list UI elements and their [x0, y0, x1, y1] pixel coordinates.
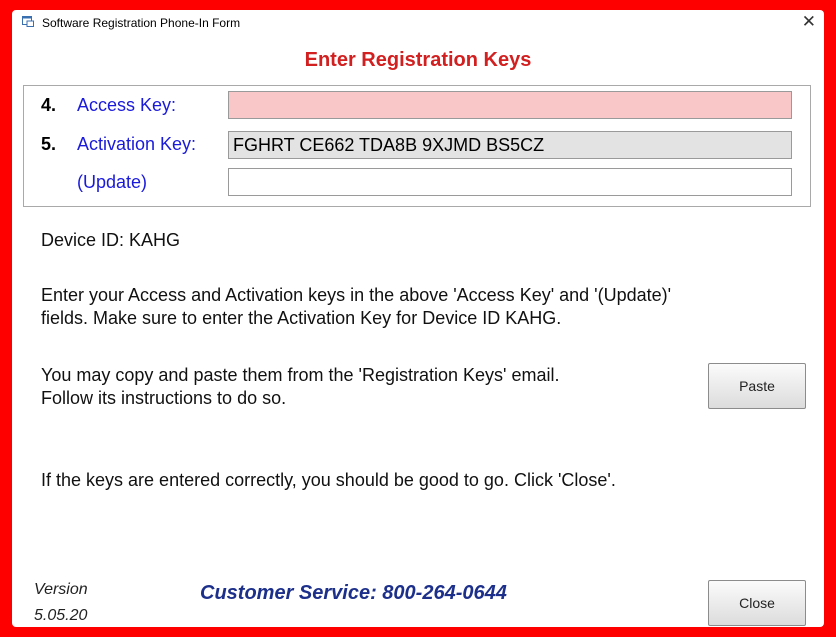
- access-key-number: 4.: [41, 95, 57, 115]
- window-title: Software Registration Phone-In Form: [42, 16, 241, 30]
- instruction-line-2: fields. Make sure to enter the Activatio…: [41, 308, 562, 328]
- registration-keys-panel: 4. Access Key: 5. Activation Key: FGHRT …: [23, 85, 811, 207]
- activation-key-field[interactable]: FGHRT CE662 TDA8B 9XJMD BS5CZ: [228, 131, 792, 159]
- access-key-label: Access Key:: [77, 95, 177, 115]
- device-id: Device ID: KAHG: [41, 230, 181, 250]
- update-key-label: (Update): [77, 172, 148, 192]
- version-number: 5.05.20: [34, 607, 88, 624]
- registration-window: Software Registration Phone-In Form ✕ En…: [12, 10, 824, 627]
- instruction-line-5: If the keys are entered correctly, you s…: [41, 470, 616, 490]
- access-key-input[interactable]: [228, 91, 792, 119]
- page-heading: Enter Registration Keys: [304, 49, 532, 71]
- paste-button[interactable]: Paste: [708, 363, 806, 409]
- version-label: Version: [34, 581, 88, 598]
- activation-key-label: Activation Key:: [77, 134, 197, 154]
- close-icon[interactable]: ✕: [802, 12, 816, 32]
- activation-key-number: 5.: [41, 134, 57, 154]
- title-bar: Software Registration Phone-In Form ✕: [12, 10, 824, 36]
- instruction-line-1: Enter your Access and Activation keys in…: [41, 285, 672, 305]
- close-button[interactable]: Close: [708, 580, 806, 626]
- instruction-line-3: You may copy and paste them from the 'Re…: [41, 365, 560, 385]
- customer-service-phone: Customer Service: 800-264-0644: [200, 582, 507, 604]
- instruction-line-4: Follow its instructions to do so.: [41, 388, 287, 408]
- app-form-icon: [22, 16, 34, 27]
- update-key-input[interactable]: [228, 168, 792, 196]
